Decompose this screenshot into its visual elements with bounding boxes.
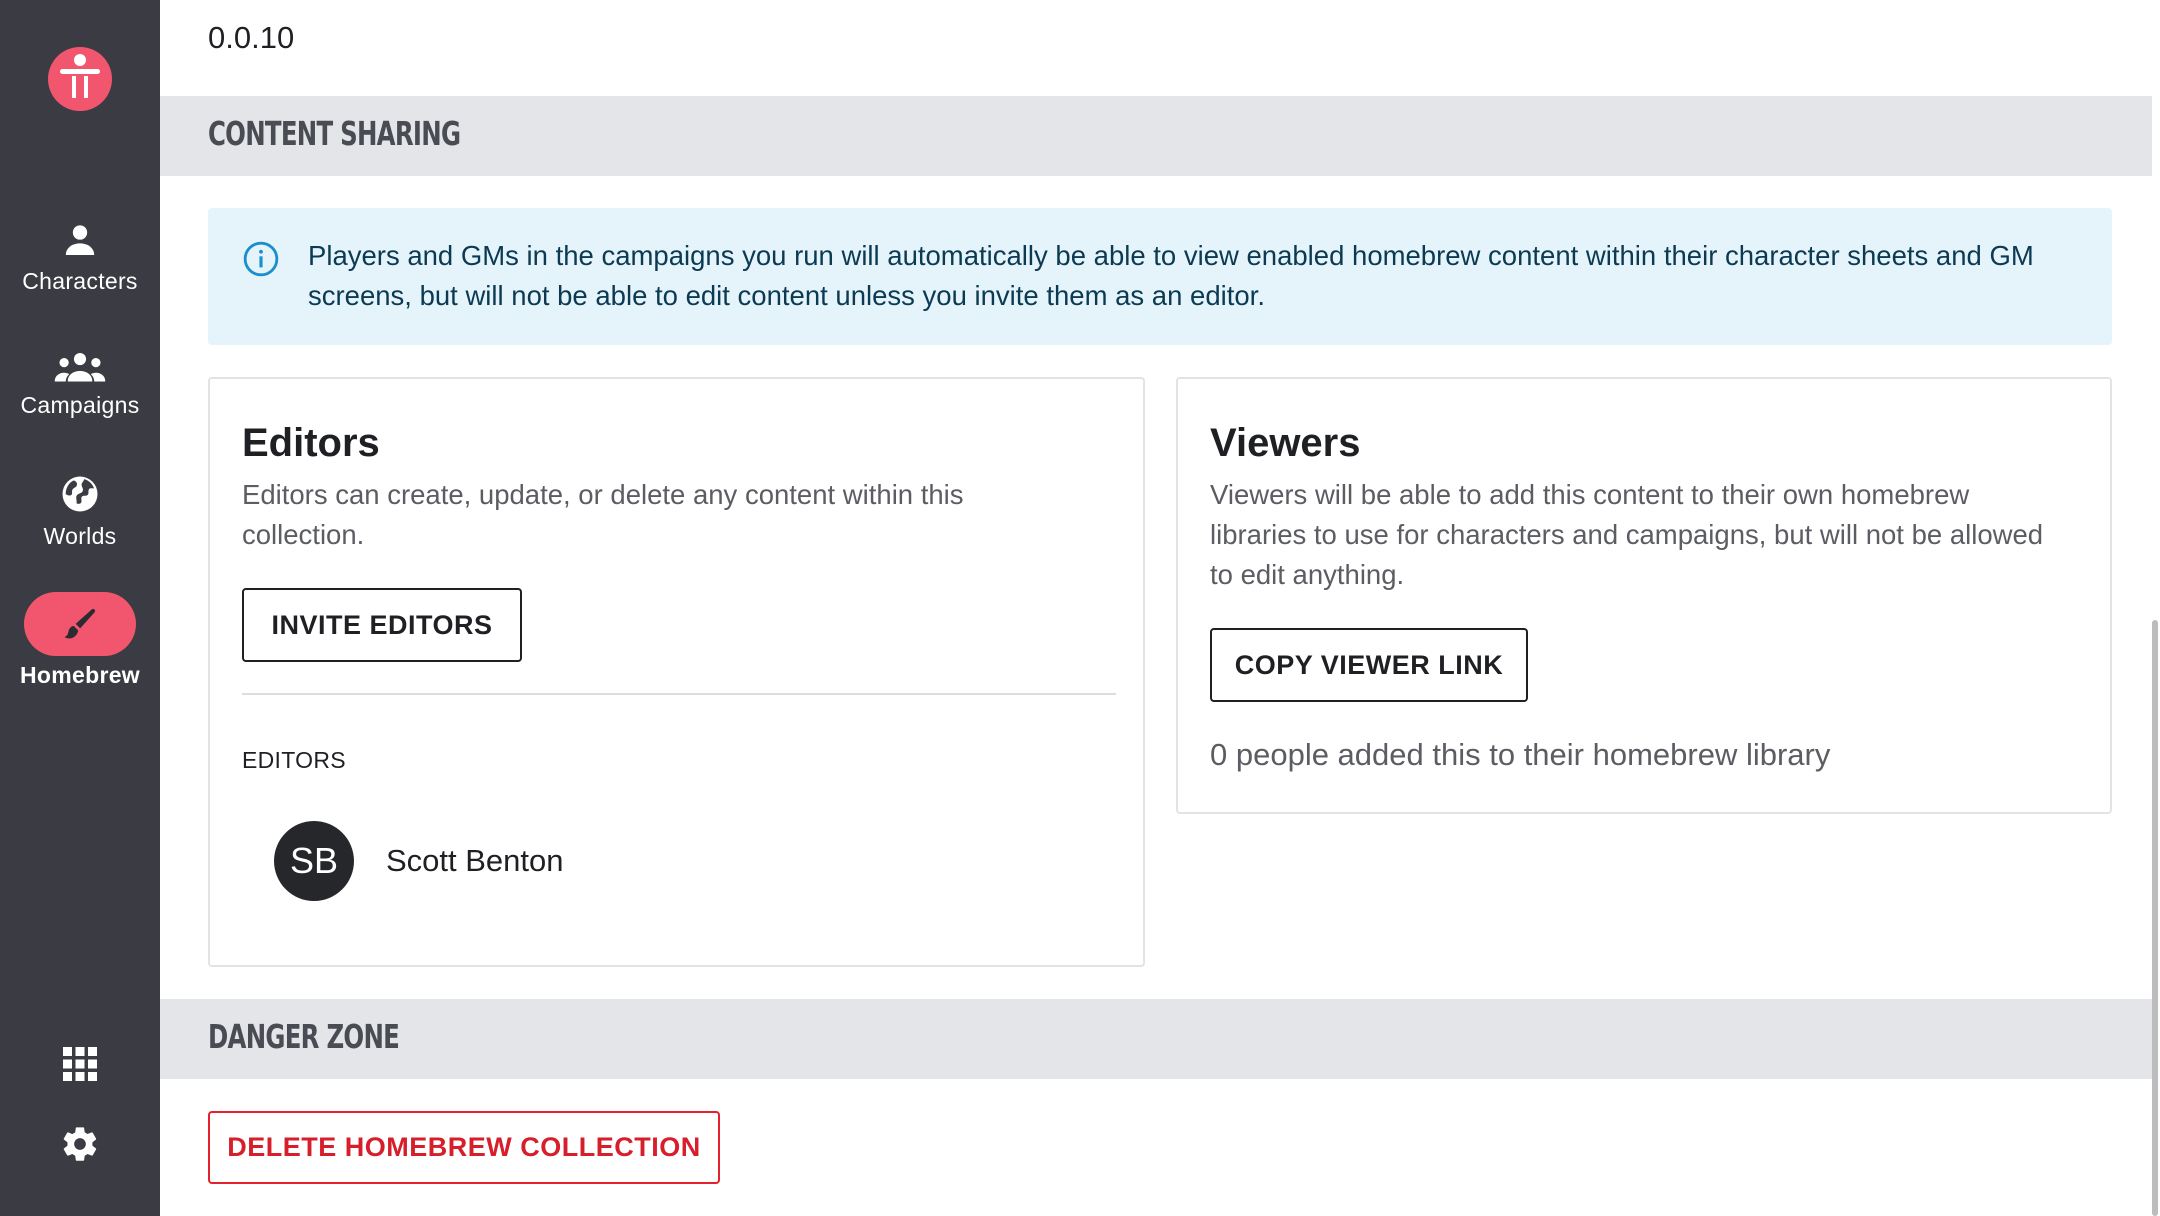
content-sharing-title: Content Sharing (208, 114, 461, 153)
gear-icon[interactable] (60, 1124, 100, 1164)
nav-homebrew-label: Homebrew (20, 662, 140, 688)
nav-worlds-label: Worlds (43, 523, 117, 549)
avatar: SB (274, 821, 354, 901)
info-text: Players and GMs in the campaigns you run… (308, 240, 2034, 311)
list-item: SB Scott Benton (274, 821, 564, 901)
content-sharing-header: Content Sharing (160, 96, 2152, 176)
nav-campaigns[interactable]: Campaigns (0, 350, 160, 419)
viewers-description: Viewers will be able to add this content… (1210, 479, 2044, 590)
delete-collection-button[interactable]: DELETE HOMEBREW COLLECTION (208, 1111, 720, 1184)
nav-worlds[interactable]: Worlds (0, 473, 160, 550)
nav-characters[interactable]: Characters (0, 220, 160, 295)
scrollbar-thumb[interactable] (2152, 620, 2158, 1216)
nav-characters-label: Characters (22, 268, 138, 294)
apps-grid-icon[interactable] (62, 1046, 98, 1082)
group-icon (54, 352, 106, 382)
divider (242, 693, 1116, 695)
app-logo-icon[interactable] (48, 47, 112, 111)
viewers-title: Viewers (1210, 421, 1361, 465)
person-icon (65, 225, 95, 255)
invite-editors-button[interactable]: INVITE EDITORS (242, 588, 522, 662)
info-icon (243, 241, 279, 277)
editors-title: Editors (242, 421, 380, 465)
danger-zone-header: Danger Zone (160, 999, 2152, 1079)
homebrew-active-pill (24, 592, 136, 656)
viewer-count-text: 0 people added this to their homebrew li… (1210, 737, 1831, 772)
editors-card: Editors Editors can create, update, or d… (208, 377, 1145, 967)
nav-homebrew[interactable]: Homebrew (0, 592, 160, 689)
danger-zone-title: Danger Zone (208, 1017, 400, 1056)
brush-icon (64, 608, 96, 639)
viewers-card: Viewers Viewers will be able to add this… (1176, 377, 2112, 814)
editors-description: Editors can create, update, or delete an… (242, 479, 964, 550)
copy-viewer-link-button[interactable]: COPY VIEWER LINK (1210, 628, 1528, 702)
editor-name: Scott Benton (386, 843, 564, 878)
sidebar: Characters Campaigns Worlds Homebrew (0, 0, 160, 1216)
version-text: 0.0.10 (208, 20, 295, 55)
globe-icon (62, 476, 98, 512)
editors-list-label: EDITORS (242, 747, 346, 773)
info-banner: Players and GMs in the campaigns you run… (208, 208, 2112, 345)
nav-campaigns-label: Campaigns (20, 392, 140, 418)
main-content: 0.0.10 Content Sharing Players and GMs i… (160, 0, 2152, 1216)
